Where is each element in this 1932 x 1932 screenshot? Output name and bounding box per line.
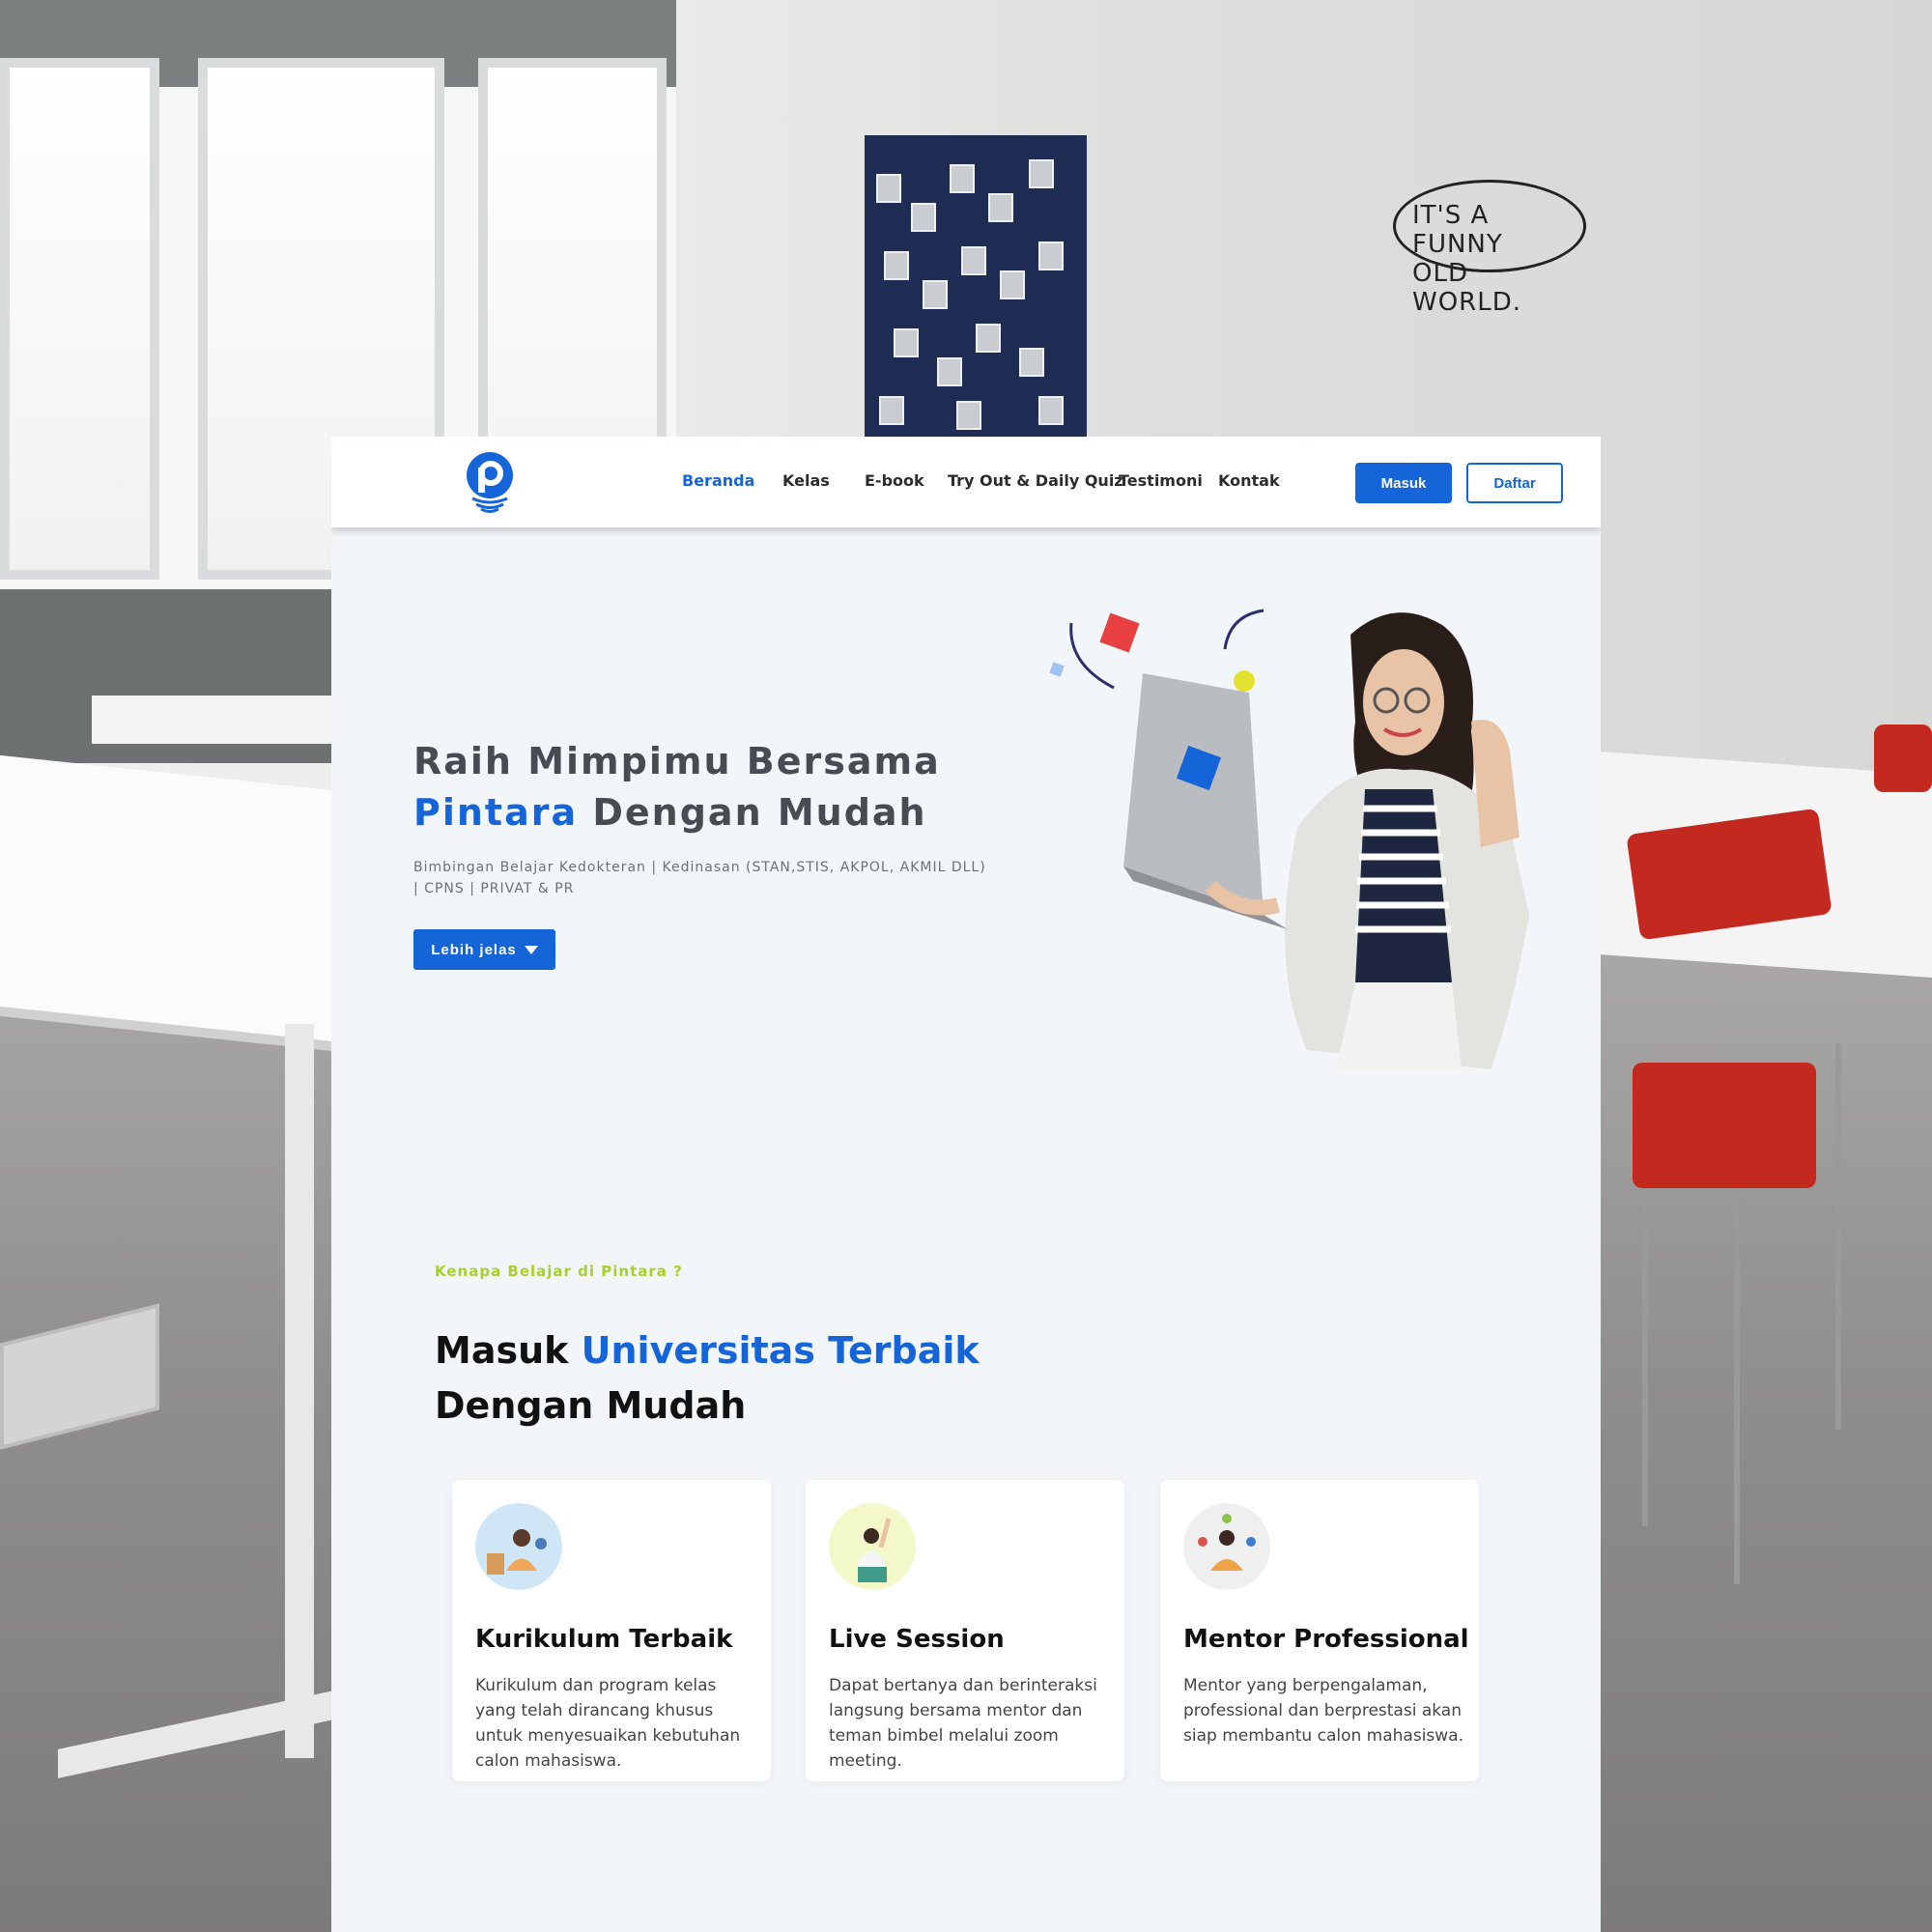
section-title-prefix: Masuk [435,1329,582,1372]
hero-title-line2: Dengan Mudah [578,791,927,834]
learn-more-label: Lebih jelas [431,941,517,958]
meditating-mentor-avatar-icon [1183,1503,1270,1590]
nav-beranda[interactable]: Beranda [682,471,754,490]
section-eyebrow: Kenapa Belajar di Pintara ? [435,1263,683,1280]
learn-more-button[interactable]: Lebih jelas [413,929,555,970]
nav-ebook[interactable]: E-book [865,471,924,490]
nav-testimoni[interactable]: Testimoni [1119,471,1203,490]
feature-card-live-session[interactable]: Live Session Dapat bertanya dan berinter… [806,1480,1124,1781]
register-button[interactable]: Daftar [1466,463,1563,503]
hero-title-line1: Raih Mimpimu Bersama [413,740,941,782]
nav-kontak[interactable]: Kontak [1218,471,1280,490]
raised-hand-student-avatar-icon [829,1503,916,1590]
student-studying-avatar-icon [475,1503,562,1590]
red-square-shape [1099,612,1140,653]
section-title-accent: Universitas Terbaik [581,1329,980,1372]
hero-illustration [1049,609,1529,1069]
card-description: Dapat bertanya dan berinteraksi langsung… [829,1676,1097,1771]
hero-title: Raih Mimpimu Bersama Pintara Dengan Muda… [413,736,1032,838]
section-title: Masuk Universitas Terbaik Dengan Mudah [435,1323,1111,1434]
website-mockup: Beranda Kelas E-book Try Out & Daily Qui… [331,437,1601,1932]
red-chair [1874,724,1932,792]
arc-decoration [1223,609,1264,650]
card-title: Kurikulum Terbaik [475,1625,733,1654]
red-chair [1633,1063,1816,1188]
caret-down-icon [524,945,538,954]
pintara-logo[interactable] [465,450,515,514]
photo-board [865,135,1087,444]
feature-card-mentor[interactable]: Mentor Professional Mentor yang berpenga… [1160,1480,1479,1781]
card-title: Mentor Professional [1183,1625,1469,1654]
hero-title-brand: Pintara [413,791,579,834]
nav-tryout-daily-quiz[interactable]: Try Out & Daily Quiz [948,471,1123,490]
login-button[interactable]: Masuk [1355,463,1452,503]
feature-card-kurikulum[interactable]: Kurikulum Terbaik Kurikulum dan program … [452,1480,771,1781]
nav-kelas[interactable]: Kelas [782,471,830,490]
navbar: Beranda Kelas E-book Try Out & Daily Qui… [331,437,1601,527]
speech-bubble-text: IT'S A FUNNY OLD WORLD. [1412,201,1522,317]
desk [92,696,333,744]
card-description: Kurikulum dan program kelas yang telah d… [475,1676,741,1771]
card-description: Mentor yang berpengalaman, professional … [1183,1676,1463,1746]
small-blue-square-shape [1049,662,1065,677]
desk [0,754,333,1042]
hero-subtitle: Bimbingan Belajar Kedokteran | Kedinasan… [413,860,986,896]
pants [1336,982,1462,1069]
yellow-dot-shape [1234,670,1255,692]
section-title-line2: Dengan Mudah [435,1384,747,1427]
card-title: Live Session [829,1625,1005,1654]
